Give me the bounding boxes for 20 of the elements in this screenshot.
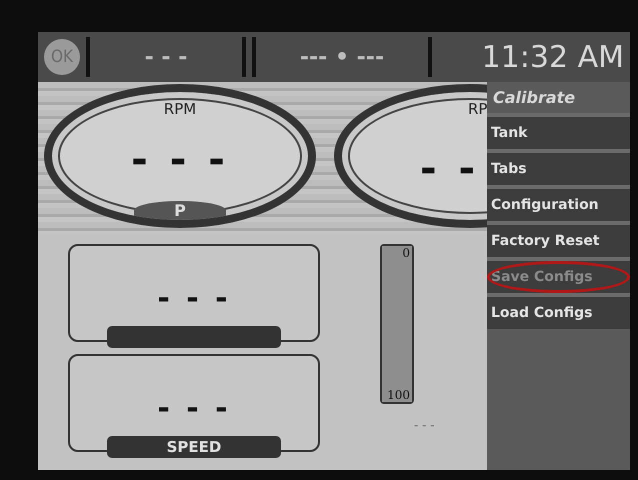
scale-label: 0 xyxy=(402,246,410,260)
scale-label: 100 xyxy=(387,388,410,402)
meter-reading: - - - xyxy=(414,418,435,432)
readout-value: - - - xyxy=(157,281,231,316)
menu-item[interactable]: Tank xyxy=(487,113,630,149)
menu-item[interactable]: Factory Reset xyxy=(487,221,630,257)
readout-value: - - - xyxy=(157,391,231,426)
menu-item[interactable]: Load Configs xyxy=(487,293,630,329)
gauge-reading: - - xyxy=(420,149,480,189)
menu-item[interactable]: Configuration xyxy=(487,185,630,221)
clock: 11:32 AM xyxy=(482,40,624,74)
status-field: --- • --- xyxy=(252,37,432,77)
readout-label: SPEED xyxy=(107,436,281,458)
menu-title: Calibrate xyxy=(492,87,576,109)
status-field: - - - xyxy=(86,37,246,77)
gauge-reading: - - - xyxy=(131,140,229,180)
gear-indicator: P xyxy=(134,201,226,220)
menu-item[interactable]: Tabs xyxy=(487,149,630,185)
gauge-label: RP xyxy=(468,100,487,118)
gauge-label: RPM xyxy=(164,100,196,118)
